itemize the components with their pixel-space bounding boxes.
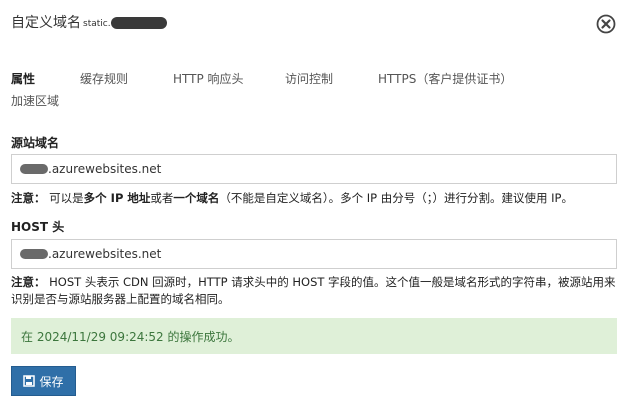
redacted-domain xyxy=(110,17,167,29)
redacted-text xyxy=(20,164,48,174)
tab-access-control[interactable]: 访问控制 xyxy=(285,70,333,87)
origin-domain-label: 源站域名 xyxy=(11,136,60,150)
tab-bar: 属性 缓存规则 HTTP 响应头 访问控制 HTTPS（客户提供证书） xyxy=(11,70,611,86)
success-message: 在 2024/11/29 09:24:52 的操作成功。 xyxy=(21,329,240,344)
host-header-value: .azurewebsites.net xyxy=(48,247,162,261)
success-alert: 在 2024/11/29 09:24:52 的操作成功。 xyxy=(11,318,617,354)
close-button[interactable] xyxy=(596,14,616,34)
note-bold: 多个 IP 地址 xyxy=(83,191,151,205)
tab-https[interactable]: HTTPS（客户提供证书） xyxy=(378,70,512,87)
origin-domain-input[interactable]: .azurewebsites.net xyxy=(11,154,617,184)
dialog-title-suffix: static. xyxy=(83,18,111,29)
redacted-text xyxy=(20,249,48,259)
tab-cache-rules[interactable]: 缓存规则 xyxy=(80,70,128,87)
close-circle-icon xyxy=(596,14,616,34)
note-text: HOST 头表示 CDN 回源时，HTTP 请求头中的 HOST 字段的值。这个… xyxy=(11,275,616,306)
note-prefix: 注意： xyxy=(11,275,46,289)
tab-http-headers[interactable]: HTTP 响应头 xyxy=(173,70,244,87)
note-prefix: 注意： xyxy=(11,191,46,205)
dialog-title-row: 自定义域名 static. xyxy=(11,12,167,32)
dialog-title: 自定义域名 xyxy=(11,15,81,31)
origin-domain-value: .azurewebsites.net xyxy=(48,162,162,176)
note-bold: 一个域名 xyxy=(173,191,220,205)
save-button[interactable]: 保存 xyxy=(11,366,76,396)
note-text: 或者 xyxy=(150,191,174,205)
save-icon xyxy=(23,375,36,387)
tab-acceleration-region[interactable]: 加速区域 xyxy=(11,92,59,109)
tab-properties[interactable]: 属性 xyxy=(11,70,35,87)
origin-domain-note: 注意： 可以是多个 IP 地址或者一个域名（不能是自定义域名）。多个 IP 由分… xyxy=(11,190,617,207)
note-text: 可以是 xyxy=(45,191,84,205)
host-header-label: HOST 头 xyxy=(11,220,65,234)
note-text: （不能是自定义域名）。多个 IP 由分号（；）进行分割。建议使用 IP。 xyxy=(219,191,573,205)
host-header-note: 注意： HOST 头表示 CDN 回源时，HTTP 请求头中的 HOST 字段的… xyxy=(11,274,617,308)
host-header-input[interactable]: .azurewebsites.net xyxy=(11,239,617,269)
save-label: 保存 xyxy=(39,374,64,389)
